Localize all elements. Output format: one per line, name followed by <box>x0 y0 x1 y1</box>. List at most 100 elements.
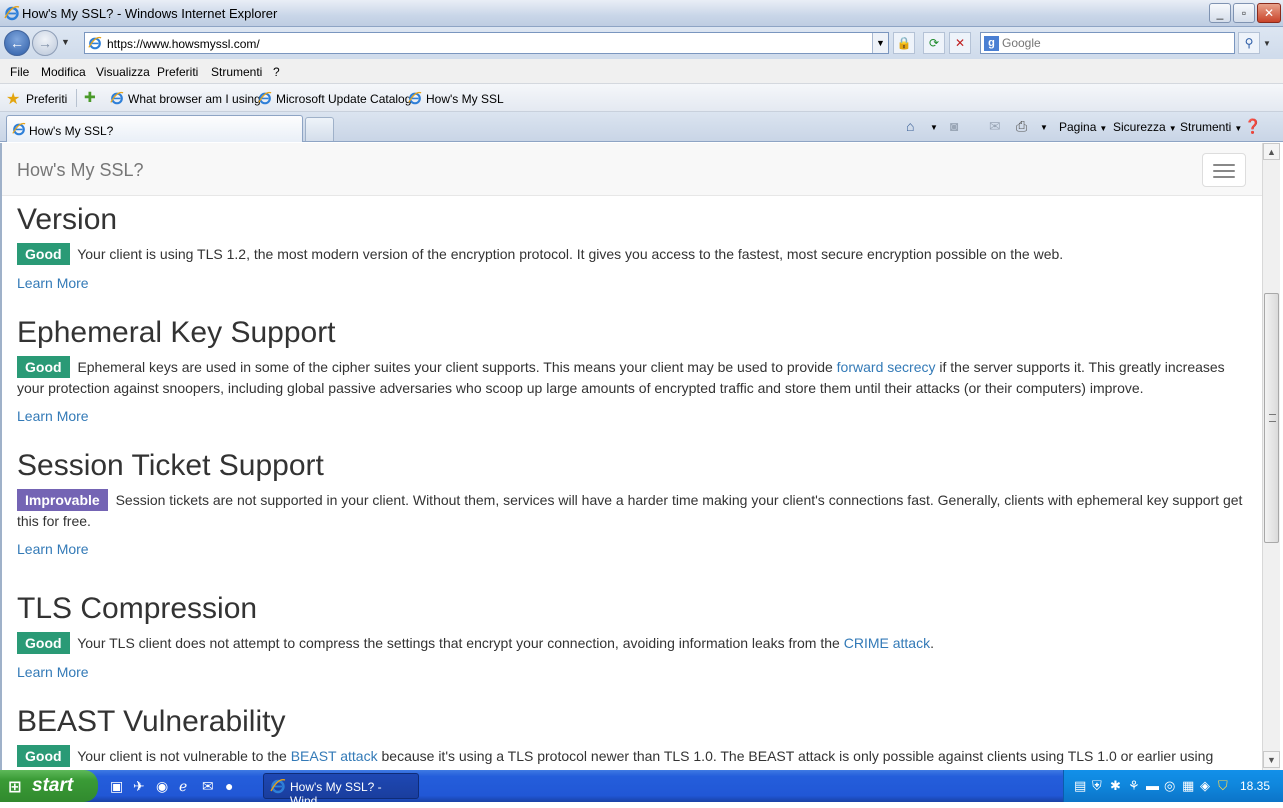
section-description: Good Your client is not vulnerable to th… <box>17 745 1249 767</box>
section-heading: Session Ticket Support <box>17 449 324 482</box>
favorite-link[interactable]: Microsoft Update Catalog <box>276 92 411 106</box>
help-icon[interactable]: ❓ <box>1244 118 1261 135</box>
quicklaunch-app-icon[interactable]: ✈ <box>133 778 145 795</box>
menu-file[interactable]: File <box>10 65 29 79</box>
hamburger-line <box>1213 176 1235 178</box>
address-url[interactable]: https://www.howsmyssl.com/ <box>107 37 260 51</box>
tray-security-icon[interactable]: ⛉ <box>1218 778 1228 794</box>
learn-more-link[interactable]: Learn More <box>17 541 1249 557</box>
start-button[interactable]: ⊞ start <box>0 770 98 802</box>
ie-quicklaunch-icon[interactable]: ℯ <box>179 778 187 795</box>
ie-logo-icon <box>270 778 286 794</box>
scroll-down-icon[interactable]: ▼ <box>1263 751 1280 768</box>
search-box[interactable]: g <box>980 32 1235 54</box>
google-icon: g <box>984 36 999 51</box>
vertical-scrollbar[interactable]: ▲ ▼ <box>1262 143 1280 770</box>
command-pagina[interactable]: Pagina ▼ <box>1059 120 1107 134</box>
tray-network-icon[interactable]: ▤ <box>1074 778 1086 794</box>
ie-page-icon <box>408 91 422 105</box>
ie-page-icon <box>12 122 26 136</box>
taskbar-ie-window[interactable]: How's My SSL? - Wind... <box>263 773 419 808</box>
minimize-button[interactable]: _ <box>1209 3 1231 23</box>
show-desktop-icon[interactable]: ▣ <box>110 778 123 795</box>
hamburger-line <box>1213 164 1235 166</box>
section-description: Good Your client is using TLS 1.2, the m… <box>17 243 1249 265</box>
back-button[interactable]: ← <box>4 30 30 56</box>
site-brand[interactable]: How's My SSL? <box>17 160 143 181</box>
menu-preferiti[interactable]: Preferiti <box>157 65 198 79</box>
quicklaunch-app-icon[interactable]: ◉ <box>156 778 168 795</box>
tray-app-icon[interactable]: ⚘ <box>1128 778 1140 794</box>
quicklaunch-app-icon[interactable]: ● <box>225 778 233 794</box>
add-favorite-icon[interactable]: ✚ <box>84 89 96 106</box>
tray-shield-icon[interactable]: ⛨ <box>1092 778 1102 794</box>
section-heading: BEAST Vulnerability <box>17 705 286 738</box>
home-icon[interactable]: ⌂ <box>906 118 914 134</box>
tray-app-icon[interactable]: ◎ <box>1164 778 1175 794</box>
section-description: Good Your TLS client does not attempt to… <box>17 632 1249 654</box>
print-dropdown-icon[interactable]: ▼ <box>1040 123 1048 132</box>
description-text: Ephemeral keys are used in some of the c… <box>77 359 837 375</box>
tab-howsmyssl[interactable]: How's My SSL? <box>6 115 303 142</box>
section-description: Improvable Session tickets are not suppo… <box>17 489 1249 531</box>
menu-visualizza[interactable]: Visualizza <box>96 65 150 79</box>
tray-app-icon[interactable]: ▦ <box>1182 778 1194 794</box>
address-dropdown-icon[interactable]: ▼ <box>872 33 888 53</box>
clock[interactable]: 18.35 <box>1240 779 1270 793</box>
command-strumenti-label: Strumenti <box>1180 120 1232 134</box>
rating-badge: Improvable <box>17 489 108 511</box>
learn-more-link[interactable]: Learn More <box>17 664 1249 680</box>
feeds-icon[interactable]: ◙ <box>950 118 958 134</box>
site-navbar: How's My SSL? <box>2 143 1262 196</box>
search-input[interactable] <box>1002 35 1227 51</box>
tray-app-icon[interactable]: ▬ <box>1146 778 1159 793</box>
search-dropdown-icon[interactable]: ▼ <box>1263 39 1271 48</box>
favorite-link[interactable]: What browser am I using <box>128 92 261 106</box>
mail-quicklaunch-icon[interactable]: ✉ <box>202 778 214 795</box>
ie-page-icon <box>258 91 272 105</box>
refresh-button[interactable]: ⟳ <box>923 32 945 54</box>
beast-attack-link[interactable]: BEAST attack <box>291 748 378 764</box>
forward-button[interactable]: → <box>32 30 58 56</box>
tray-app-icon[interactable]: ◈ <box>1200 778 1210 794</box>
rating-badge: Good <box>17 243 70 265</box>
rating-badge: Good <box>17 356 70 378</box>
history-dropdown-icon[interactable]: ▼ <box>61 37 70 47</box>
navigation-bar: ← → ▼ https://www.howsmyssl.com/ ▼ 🔒 ⟳ ✕… <box>0 27 1283 59</box>
new-tab-button[interactable] <box>305 117 334 141</box>
menu-toggle-button[interactable] <box>1202 153 1246 187</box>
address-bar[interactable]: https://www.howsmyssl.com/ ▼ <box>84 32 889 54</box>
scrollbar-thumb[interactable] <box>1264 293 1279 543</box>
print-icon[interactable]: ⎙ <box>1016 118 1027 135</box>
description-text: because it's using a TLS protocol newer … <box>377 748 1214 764</box>
favorites-star-icon[interactable]: ★ <box>6 89 20 109</box>
scroll-up-icon[interactable]: ▲ <box>1263 143 1280 160</box>
menu-bar: File Modifica Visualizza Preferiti Strum… <box>0 59 1283 84</box>
page-icon <box>88 36 102 50</box>
stop-button[interactable]: ✕ <box>949 32 971 54</box>
menu-modifica[interactable]: Modifica <box>41 65 86 79</box>
ie-logo-icon <box>4 5 20 21</box>
learn-more-link[interactable]: Learn More <box>17 408 1249 424</box>
learn-more-link[interactable]: Learn More <box>17 275 1249 291</box>
command-strumenti[interactable]: Strumenti ▼ <box>1180 120 1242 134</box>
home-dropdown-icon[interactable]: ▼ <box>930 123 938 132</box>
title-bar: How's My SSL? - Windows Internet Explore… <box>0 0 1283 27</box>
search-icon[interactable]: ⚲ <box>1238 32 1260 54</box>
tray-app-icon[interactable]: ✱ <box>1110 778 1121 794</box>
favorites-button[interactable]: Preferiti <box>26 92 67 106</box>
command-sicurezza[interactable]: Sicurezza ▼ <box>1113 120 1177 134</box>
favorite-link[interactable]: How's My SSL <box>426 92 504 106</box>
menu-help[interactable]: ? <box>273 65 280 79</box>
forward-secrecy-link[interactable]: forward secrecy <box>837 359 936 375</box>
close-button[interactable]: ✕ <box>1257 3 1281 23</box>
hamburger-line <box>1213 170 1235 172</box>
ie-page-icon <box>110 91 124 105</box>
maximize-button[interactable]: ▫ <box>1233 3 1255 23</box>
lock-icon[interactable]: 🔒 <box>893 32 915 54</box>
page-viewport: How's My SSL? Version Good Your client i… <box>0 143 1262 770</box>
menu-strumenti[interactable]: Strumenti <box>211 65 262 79</box>
mail-icon[interactable]: ✉ <box>989 118 1001 135</box>
section-session-ticket: Session Ticket Support Improvable Sessio… <box>17 448 1249 557</box>
crime-attack-link[interactable]: CRIME attack <box>844 635 930 651</box>
